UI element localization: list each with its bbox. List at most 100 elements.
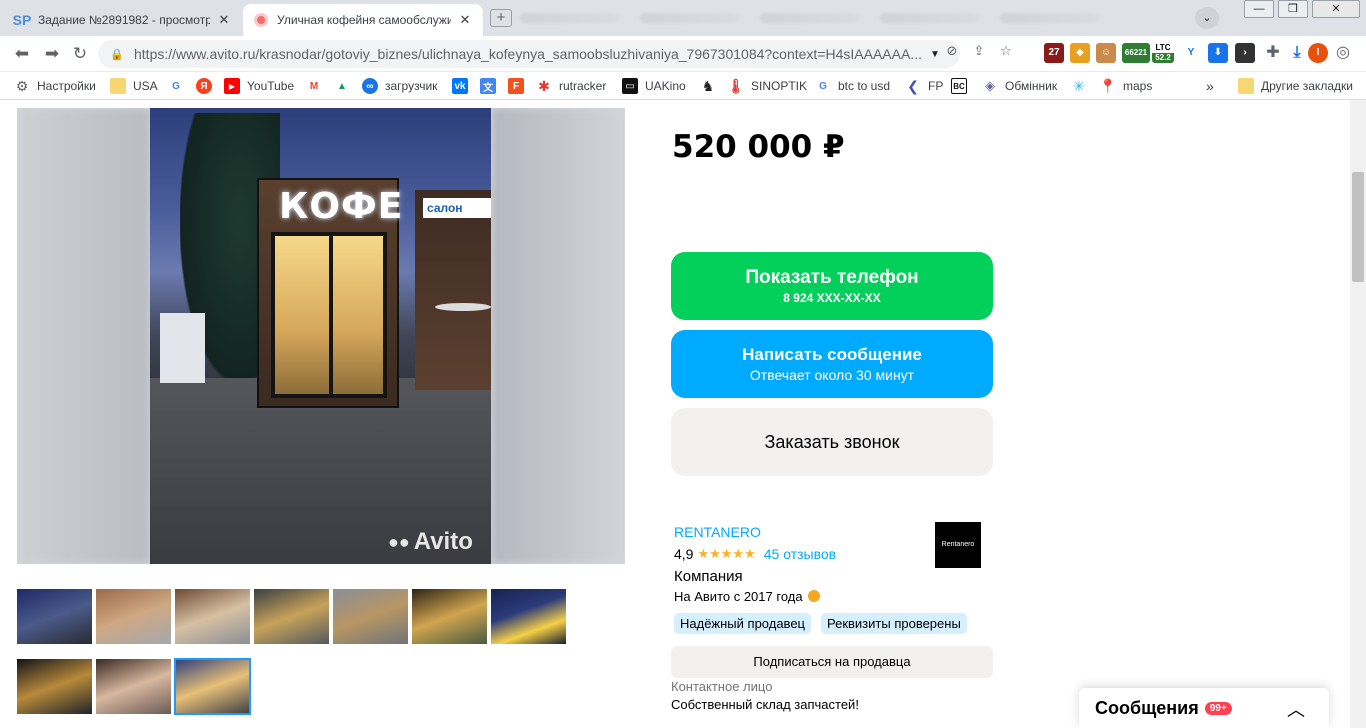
tab-search-button[interactable]: ⌄	[1195, 7, 1219, 29]
bookmark-fb[interactable]: F	[508, 78, 531, 94]
maximize-button[interactable]: ❐	[1278, 0, 1308, 18]
other-bookmarks[interactable]: Другие закладки	[1238, 78, 1353, 94]
bookmark-vk[interactable]: vk	[452, 78, 475, 94]
yandex-icon: Я	[196, 78, 212, 94]
order-call-button[interactable]: Заказать звонок	[671, 408, 993, 476]
bookmark-settings[interactable]: ⚙ Настройки	[14, 78, 96, 94]
coffee-kiosk: КОФЕ	[257, 178, 402, 408]
thumbnail[interactable]	[17, 659, 92, 714]
shield-ext-icon[interactable]: ◆	[1070, 43, 1090, 63]
photo-table	[435, 303, 491, 311]
subscribe-seller-button[interactable]: Подписаться на продавца	[671, 646, 993, 678]
bookmark-usa[interactable]: USA	[110, 78, 158, 94]
lock-icon: 🔒	[110, 48, 124, 61]
photo-gallery[interactable]: салон КОФЕ ●● Avito	[17, 108, 625, 564]
address-bar[interactable]: 🔒 https://www.avito.ru/krasnodar/gotoviy…	[98, 40, 960, 68]
thumbnail[interactable]	[254, 589, 329, 644]
seller-since: На Авито с 2017 года	[674, 589, 820, 604]
medal-icon	[807, 590, 820, 602]
close-icon[interactable]: ✕	[216, 12, 232, 28]
thumbnail[interactable]	[412, 589, 487, 644]
chevron-up-icon[interactable]: ︿	[1287, 696, 1305, 722]
btc-ext-icon[interactable]: 66221	[1122, 43, 1150, 63]
bookmark-bc[interactable]: BC	[951, 78, 974, 94]
face-ext-icon[interactable]: ☺	[1096, 43, 1116, 63]
tab-zadanie[interactable]: SP Задание №2891982 - просмотр задания ✕	[4, 4, 242, 36]
bookmark-maps[interactable]: 📍 maps	[1099, 77, 1152, 94]
maps-icon: 📍	[1099, 77, 1117, 94]
thumbnail[interactable]	[96, 659, 171, 714]
messages-label: Сообщения	[1095, 697, 1199, 718]
bookmark-star[interactable]: ✳	[1071, 78, 1094, 94]
order-call-label: Заказать звонок	[764, 431, 900, 452]
extension-27-icon[interactable]: 27	[1044, 43, 1064, 63]
bookmark-star-icon[interactable]: ☆	[996, 41, 1016, 61]
badge-reliable-seller: Надёжный продавец	[674, 613, 811, 634]
bookmark-obminnyk[interactable]: ◈ Обмінник	[982, 78, 1057, 94]
vk-icon: vk	[452, 78, 468, 94]
bookmark-translate[interactable]: 文	[480, 78, 503, 94]
listing-page: салон КОФЕ ●● Avito 520 000 ₽ Показать т…	[0, 100, 1350, 728]
messages-widget[interactable]: Сообщения 99+ ︿	[1079, 688, 1329, 728]
window-controls: — ❐ ✕	[1244, 0, 1360, 18]
drive-icon: ▲	[337, 80, 347, 92]
thermometer-icon: 🌡	[727, 77, 745, 94]
bc-icon: BC	[951, 78, 967, 94]
bookmark-chess[interactable]: ♞	[700, 78, 723, 94]
profile-avatar[interactable]: I	[1308, 43, 1328, 63]
seller-name-link[interactable]: RENTANERO	[674, 524, 761, 540]
ltc-ext-icon[interactable]: LTC 52.2	[1152, 43, 1174, 63]
contact-person-value: Собственный склад запчастей!	[671, 697, 859, 712]
bookmark-fp[interactable]: ❮ FP	[905, 78, 943, 94]
minimize-button[interactable]: —	[1244, 0, 1274, 18]
show-phone-button[interactable]: Показать телефон 8 924 XXX-XX-XX	[671, 252, 993, 320]
bookmark-youtube[interactable]: ▶ YouTube	[224, 78, 294, 94]
thumbnail[interactable]	[175, 589, 250, 644]
share-icon[interactable]: ⇪	[969, 41, 989, 61]
globe-menu-icon[interactable]: ◎	[1333, 43, 1353, 63]
gear-icon: ⚙	[15, 77, 29, 94]
v-ext-icon[interactable]: Y	[1181, 43, 1201, 63]
bookmark-drive[interactable]: ▲	[334, 78, 357, 94]
reviews-link[interactable]: 45 отзывов	[764, 546, 836, 562]
star-icon: ✳	[1073, 77, 1085, 94]
bookmark-zagruzchik[interactable]: ∞ загрузчик	[362, 78, 437, 94]
main-photo[interactable]: салон КОФЕ ●● Avito	[150, 108, 491, 564]
tab-title: Уличная кофейня самообслуживания	[277, 13, 451, 27]
page-scrollbar[interactable]	[1350, 100, 1366, 728]
window-close-button[interactable]: ✕	[1312, 0, 1360, 18]
block-icon[interactable]: ⊘	[942, 41, 962, 61]
chess-icon: ♞	[701, 77, 715, 94]
url-dropdown-icon[interactable]: ▼	[930, 49, 940, 60]
thumbnail[interactable]	[96, 589, 171, 644]
scrollbar-thumb[interactable]	[1352, 172, 1364, 282]
thumbnail[interactable]	[17, 589, 92, 644]
write-message-button[interactable]: Написать сообщение Отвечает около 30 мин…	[671, 330, 993, 398]
puzzle-icon[interactable]: ✚	[1263, 43, 1283, 63]
bookmark-yandex[interactable]: Я	[196, 78, 219, 94]
download-ext-icon[interactable]: ⬇	[1208, 43, 1228, 63]
bookmark-google[interactable]: G	[168, 78, 191, 94]
bookmark-btc-usd[interactable]: Gbtc to usd	[815, 78, 890, 94]
thumbnail-selected[interactable]	[174, 658, 251, 715]
seller-rating: 4,9 ★★★★★ 45 отзывов	[674, 546, 836, 562]
bookmark-rutracker[interactable]: ✱ rutracker	[536, 78, 606, 94]
tab-avito[interactable]: Уличная кофейня самообслуживания ✕	[243, 4, 483, 36]
back-button[interactable]: ⬅	[10, 42, 34, 66]
tab-title: Задание №2891982 - просмотр задания	[38, 13, 210, 27]
forward-button[interactable]: ➡	[40, 42, 64, 66]
bookmark-gmail[interactable]: M	[306, 78, 329, 94]
new-tab-button[interactable]: +	[490, 9, 512, 27]
reload-button[interactable]: ↻	[68, 42, 92, 66]
bookmarks-more[interactable]: »	[1206, 78, 1214, 94]
bookmark-sinoptik[interactable]: 🌡 SINOPTIK	[727, 77, 807, 94]
exchange-icon: ◈	[985, 78, 995, 93]
arrow-ext-icon[interactable]: ›	[1235, 43, 1255, 63]
close-icon[interactable]: ✕	[457, 12, 473, 28]
bookmark-uakino[interactable]: ▭ UAKino	[622, 78, 686, 94]
seller-avatar[interactable]: Rentanero	[935, 522, 981, 568]
thumbnail[interactable]	[333, 589, 408, 644]
downloads-icon[interactable]: ⤓	[1287, 43, 1307, 63]
thumbnail[interactable]	[491, 589, 566, 644]
messages-count-badge: 99+	[1204, 701, 1232, 715]
